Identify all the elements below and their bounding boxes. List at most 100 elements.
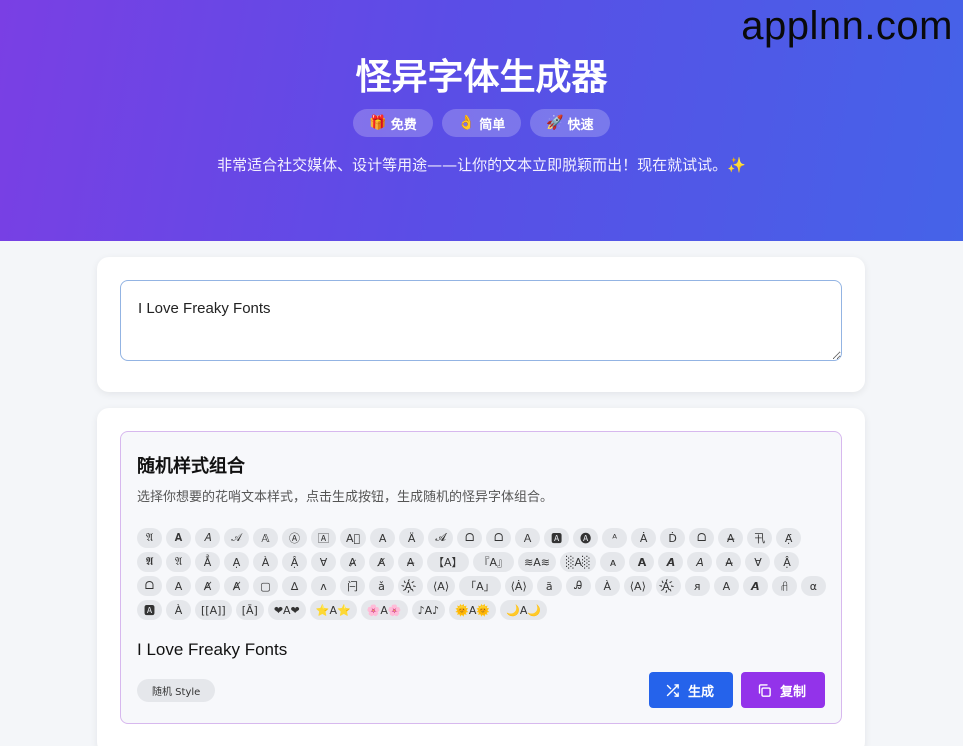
style-chip[interactable]: A҉ [398,576,423,596]
badge-simple: 👌 简单 [441,109,522,137]
style-chip[interactable]: ǎ [369,576,394,596]
style-chip[interactable]: Ä [399,528,425,548]
generate-label: 生成 [688,683,715,699]
style-chip[interactable]: A [166,576,191,596]
badge-fast: 🚀 快速 [530,109,610,137]
style-chip[interactable]: ❤A❤ [267,600,306,620]
style-chip[interactable]: A̶ [398,552,423,572]
panel-description: 选择你想要的花哨文本样式，点击生成按钮，生成随机的怪异字体组合。 [137,490,554,505]
style-chip[interactable]: ᴀ [600,552,626,572]
style-chip[interactable]: 𝔄 [137,528,162,548]
style-chip[interactable]: ᴬ [602,528,628,548]
style-chip[interactable]: 𝘈 [687,552,713,572]
style-chip[interactable]: A [713,576,739,596]
style-chip[interactable]: Ａ [515,528,541,548]
style-chip[interactable]: Ɐ [745,552,771,572]
style-chip[interactable]: Ⱥ [224,576,249,596]
generate-button[interactable]: 生成 [649,672,733,708]
style-chip[interactable]: Ạ̈ [776,528,802,548]
style-chip[interactable]: À [166,600,191,620]
style-chip[interactable]: 𝐀 [166,528,191,548]
style-chip[interactable]: ⟨A⟩ [427,576,456,596]
shuffle-icon [666,683,679,697]
style-chip[interactable]: 🄰 [311,528,336,548]
style-chip[interactable]: 𝔄 [166,552,191,572]
style-chip[interactable]: 卂 [747,528,773,548]
style-chip[interactable]: ᗝ [137,576,162,596]
style-chip[interactable]: ᗝ [689,528,715,548]
style-chip[interactable]: 🅰 [137,600,162,620]
style-chip[interactable]: 🅰 [544,528,570,548]
style-chip[interactable]: Ạ [224,552,249,572]
style-chip[interactable]: Ȧ [631,528,657,548]
panel-title: 随机样式组合 [137,456,245,477]
style-chip[interactable]: Ⓐ [282,528,307,548]
style-chip[interactable]: A̶ [718,528,744,548]
watermark: applnn.com [741,4,953,48]
style-chip[interactable]: [[A]] [195,600,232,620]
style-chip[interactable]: 🅐 [573,528,599,548]
style-chip[interactable]: α [800,576,826,596]
style-chip[interactable]: ⟨A⟩ [623,576,652,596]
style-chip[interactable]: Ɐ [311,552,336,572]
style-card: 随机样式组合 选择你想要的花哨文本样式，点击生成按钮，生成随机的怪异字体组合。 … [97,408,865,746]
text-input[interactable]: I Love Freaky Fonts [120,280,842,361]
style-chip[interactable]: 闩 [340,576,365,596]
style-chip[interactable]: ᗝ [486,528,512,548]
style-chip[interactable]: A̷ [340,552,365,572]
style-chip[interactable]: 『A』 [472,552,515,572]
style-chip[interactable]: ∆ [282,576,307,596]
style-chip[interactable]: Ḋ [660,528,686,548]
style-chip[interactable]: ▢ [253,576,278,596]
style-chip[interactable]: ã [536,576,562,596]
style-chip[interactable]: 𝐴 [195,528,220,548]
style-chip[interactable]: Ậ [282,552,307,572]
style-chip[interactable]: 𝕬 [137,552,162,572]
random-style-panel: 随机样式组合 选择你想要的花哨文本样式，点击生成按钮，生成随机的怪异字体组合。 … [120,431,842,724]
style-chip[interactable]: 【A】 [427,552,469,572]
style-chip[interactable]: ⭐A⭐ [309,600,357,620]
style-chip[interactable]: ᴧ [311,576,336,596]
feature-badges: 🎁 免费 👌 简单 🚀 快速 [0,109,963,137]
style-chip[interactable]: 𝘼 [742,576,768,596]
hero-banner: applnn.com 怪异字体生成器 🎁 免费 👌 简单 🚀 快速 非常适合社交… [0,0,963,241]
hero-subtitle: 非常适合社交媒体、设计等用途——让你的文本立即脱颖而出！现在就试试。✨ [217,156,746,174]
style-chip[interactable]: Ⱥ [195,576,220,596]
style-chip[interactable]: 𝒜 [224,528,249,548]
style-chip[interactable]: A [370,528,396,548]
style-chip[interactable]: 🌞A🌞 [449,600,497,620]
style-chip[interactable]: A̶ [716,552,742,572]
style-chip[interactable]: ᴙ [684,576,710,596]
style-chip[interactable]: ⟨Ȧ⟩ [504,576,533,596]
ok-hand-icon: 👌 [457,115,476,131]
style-chip[interactable]: A҉ [655,576,681,596]
style-chip[interactable]: 𝓐 [428,528,454,548]
style-chip[interactable]: 𝘼 [658,552,684,572]
style-chip[interactable]: Ẳ [195,552,220,572]
style-tag: 随机 Style [137,679,216,702]
style-chip[interactable]: Ậ [774,552,800,572]
style-chip[interactable]: [Ā] [235,600,264,620]
badge-label: 简单 [479,117,506,133]
style-chip[interactable]: ♪A♪ [411,600,446,620]
style-chip[interactable]: 「A」 [459,576,501,596]
style-chip[interactable]: A⃞ [340,528,367,548]
style-chip[interactable]: A̸ [369,552,394,572]
style-chip[interactable]: 𝗔 [629,552,655,572]
copy-button[interactable]: 复制 [741,672,825,708]
rocket-icon: 🚀 [546,115,564,131]
style-chip[interactable]: ᗝ [457,528,483,548]
style-chip[interactable]: 𝔸 [253,528,278,548]
style-chip[interactable]: ░A░ [560,552,597,572]
style-chip[interactable]: ꋬ [771,576,797,596]
style-chip[interactable]: À [594,576,620,596]
badge-label: 免费 [390,117,417,133]
style-chip[interactable]: ≋A≋ [518,552,557,572]
style-chip[interactable]: 🌙A🌙 [500,600,548,620]
style-chip[interactable]: À [253,552,278,572]
style-chip[interactable]: Ꭿ [565,576,591,596]
style-chip[interactable]: 🌸A🌸 [360,600,408,620]
badge-label: 快速 [567,117,594,133]
copy-label: 复制 [780,683,807,699]
style-chip-list: 𝔄 𝐀 𝐴 𝒜 𝔸 Ⓐ 🄰 A⃞ A Ä 𝓐 ᗝ ᗝ Ａ 🅰 🅐ᴬ Ȧ Ḋ ᗝ A̶ 卂 Ạ̈ 𝕬 𝔄 Ẳ Ạ À Ậ Ɐ A̷ A̸ A̶ 【… [137,528,827,620]
